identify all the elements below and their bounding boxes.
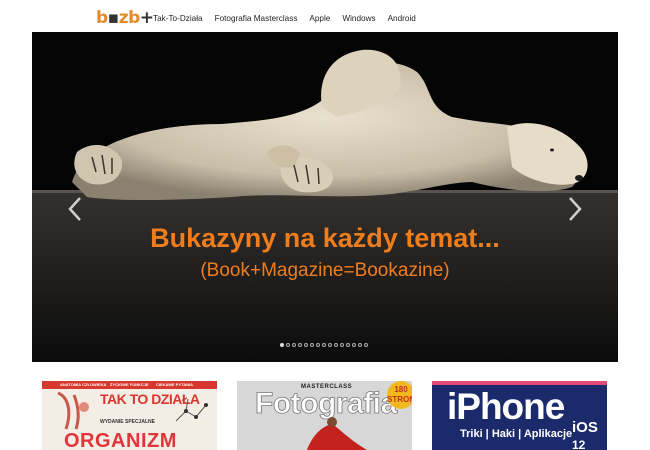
slider-dot[interactable] (328, 343, 332, 347)
chevron-right-icon[interactable] (566, 196, 584, 222)
slider-dot[interactable] (280, 343, 284, 347)
menu-item-android[interactable]: Android (388, 14, 416, 24)
logo-letter: b (128, 8, 140, 28)
strip-label: ŻYCIOWE FUNKCJE (110, 382, 149, 387)
slider-dot[interactable] (358, 343, 362, 347)
top-navigation: b▪zb+ Tak-To-Działa Fotografia Mastercla… (0, 0, 650, 32)
card-tagline: Triki | Haki | Aplikacje (460, 428, 573, 440)
hero-headline: Bukazyny na każdy temat... (150, 223, 500, 253)
bookazine-card-iphone[interactable]: iPhone Triki | Haki | Aplikacje iOS 12 (432, 381, 607, 450)
card-strip (432, 381, 607, 385)
slider-dot[interactable] (352, 343, 356, 347)
bookazine-card-tak-to-dziala[interactable]: ANATOMIA CZŁOWIEKA ŻYCIOWE FUNKCJE CIEKA… (42, 381, 217, 450)
card-subtitle: WYDANIE SPECJALNE (100, 419, 156, 425)
logo-box: ▪ (107, 8, 120, 28)
logo-letter: b (96, 8, 108, 28)
logo-plus: + (139, 8, 154, 28)
slider-dot[interactable] (286, 343, 290, 347)
slider-dot[interactable] (292, 343, 296, 347)
card-os-version: 12 (572, 438, 586, 450)
slider-dot[interactable] (304, 343, 308, 347)
polar-bear-photo (32, 32, 618, 362)
card-headline: ORGANIZM (64, 430, 177, 450)
slider-dots (280, 343, 368, 347)
slider-dot[interactable] (316, 343, 320, 347)
hero-subline: (Book+Magazine=Bookazine) (200, 260, 450, 281)
site-logo[interactable]: b▪zb+ (96, 8, 154, 28)
card-title: iPhone (447, 386, 565, 427)
slider-dot[interactable] (334, 343, 338, 347)
menu-item-windows[interactable]: Windows (342, 14, 375, 24)
hero-slider[interactable] (32, 32, 618, 362)
main-menu: Tak-To-Działa Fotografia Masterclass App… (153, 14, 428, 24)
bookazine-card-fotografia[interactable]: MASTERCLASS Fotografia 180 STRON (237, 381, 412, 450)
strip-label: CIEKAWE PYTANIA (156, 382, 194, 387)
card-title: Fotografia (255, 387, 398, 420)
slider-dot[interactable] (298, 343, 302, 347)
logo-letter: z (118, 8, 129, 28)
slider-dot[interactable] (346, 343, 350, 347)
slider-dot[interactable] (310, 343, 314, 347)
slider-dot[interactable] (364, 343, 368, 347)
card-os: iOS (572, 419, 598, 436)
slider-dot[interactable] (322, 343, 326, 347)
menu-item-apple[interactable]: Apple (309, 14, 330, 24)
slider-dot[interactable] (340, 343, 344, 347)
card-badge: 180 STRON (387, 381, 412, 409)
strip-label: ANATOMIA CZŁOWIEKA (60, 382, 107, 387)
molecule-illustration (175, 398, 208, 422)
anatomy-illustration (57, 391, 89, 430)
menu-item-tak-to-dziala[interactable]: Tak-To-Działa (153, 14, 203, 24)
chevron-left-icon[interactable] (66, 196, 84, 222)
menu-item-fotografia-masterclass[interactable]: Fotografia Masterclass (215, 14, 298, 24)
model-photo (307, 417, 367, 450)
